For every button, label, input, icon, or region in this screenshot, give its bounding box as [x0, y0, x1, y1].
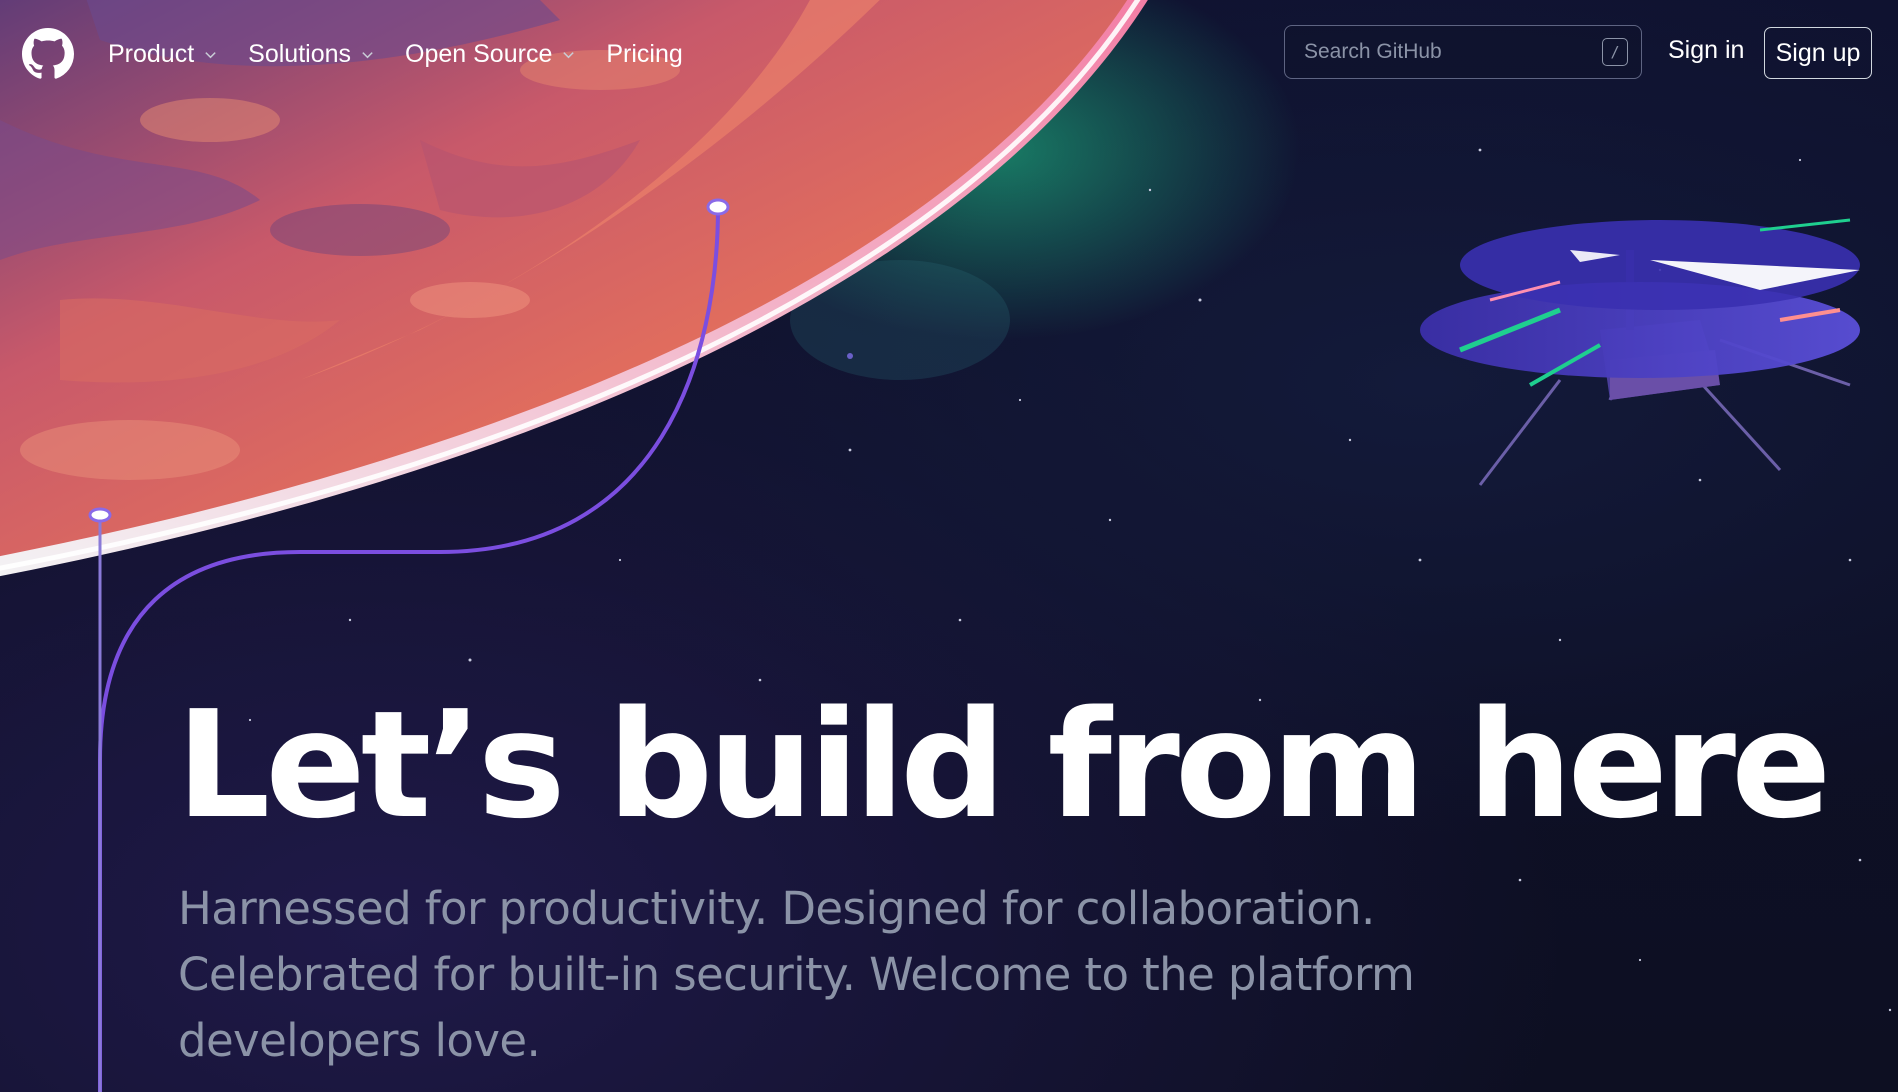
search-input[interactable]: Search GitHub /: [1284, 25, 1642, 79]
chevron-down-icon: [205, 51, 216, 58]
path-node-left: [88, 507, 112, 523]
search-shortcut-key: /: [1602, 38, 1628, 66]
search-placeholder: Search GitHub: [1304, 40, 1442, 63]
nav-solutions[interactable]: Solutions: [248, 40, 375, 69]
nav-open-source-label: Open Source: [405, 39, 553, 68]
sign-in-link[interactable]: Sign in: [1668, 36, 1744, 65]
sign-up-button[interactable]: Sign up: [1764, 27, 1872, 79]
nav-open-source[interactable]: Open Source: [405, 40, 576, 69]
site-header: Product Solutions Open Source Pricing Se…: [0, 0, 1898, 108]
main-nav: Product Solutions Open Source Pricing: [108, 32, 713, 76]
hero-title: Let’s build from here: [176, 679, 1831, 851]
github-mark-svg: [22, 28, 74, 79]
chevron-down-icon: [362, 51, 373, 58]
nav-product-label: Product: [108, 39, 195, 68]
nav-product[interactable]: Product: [108, 40, 218, 69]
helicopter-drone: [1420, 218, 1860, 486]
nav-pricing-label: Pricing: [606, 39, 683, 68]
hero-subtitle: Harnessed for productivity. Designed for…: [178, 882, 1415, 1067]
path-node-top: [706, 198, 730, 216]
chevron-down-icon: [563, 51, 575, 58]
github-mark-icon[interactable]: [22, 28, 74, 80]
nav-pricing[interactable]: Pricing: [606, 40, 682, 69]
nav-solutions-label: Solutions: [248, 39, 352, 68]
github-home-page: Product Solutions Open Source Pricing Se…: [0, 0, 1898, 1092]
